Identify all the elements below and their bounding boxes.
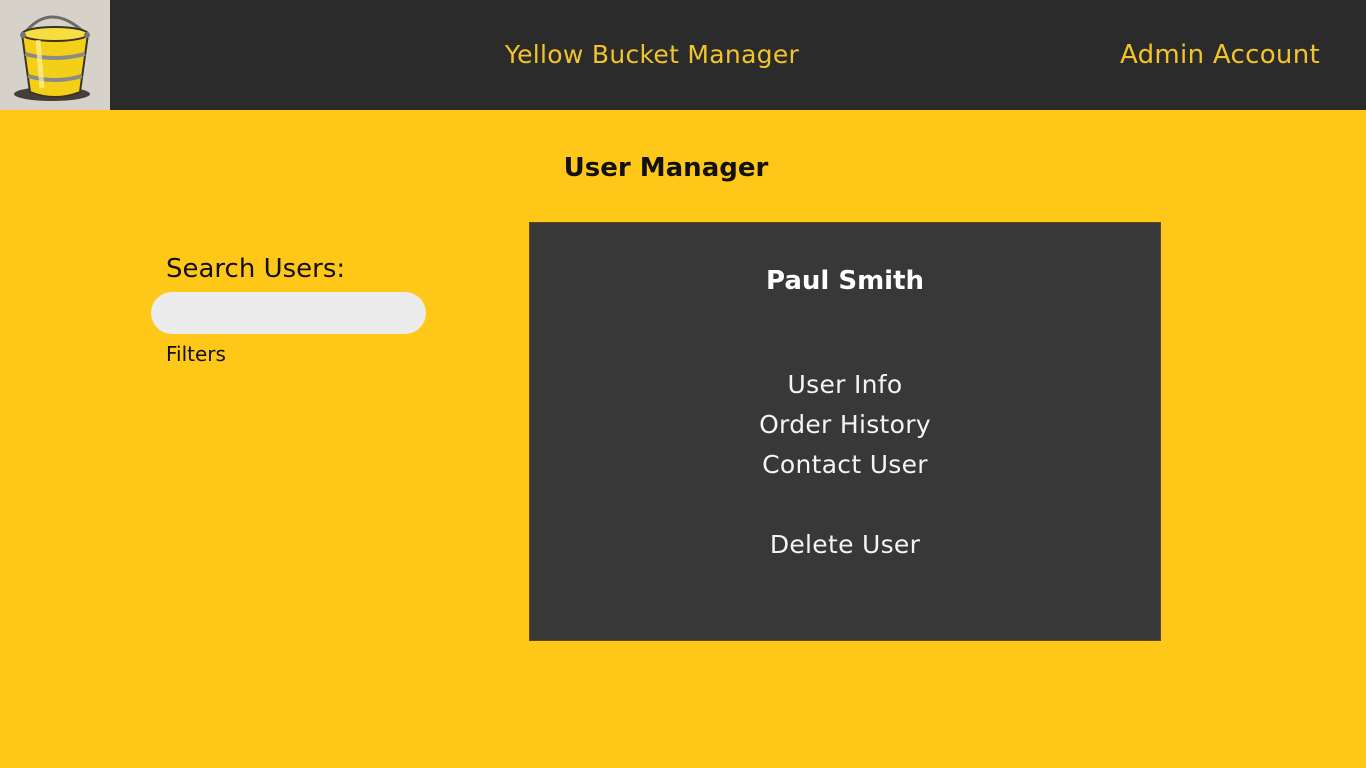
app-title: Yellow Bucket Manager [504,40,800,69]
delete-user-link[interactable]: Delete User [530,530,1160,559]
search-input[interactable] [151,292,426,334]
contact-user-link[interactable]: Contact User [530,450,1160,479]
filters-link[interactable]: Filters [166,342,226,366]
top-bar: Yellow Bucket Manager Admin Account [0,0,1366,110]
user-detail-panel: Paul Smith User Info Order History Conta… [529,222,1161,641]
order-history-link[interactable]: Order History [530,410,1160,439]
user-info-link[interactable]: User Info [530,370,1160,399]
search-label: Search Users: [166,254,346,284]
page-title: User Manager [563,153,769,183]
yellow-bucket-icon[interactable] [0,0,110,110]
user-name: Paul Smith [765,266,925,296]
admin-account-link[interactable]: Admin Account [1120,40,1320,70]
